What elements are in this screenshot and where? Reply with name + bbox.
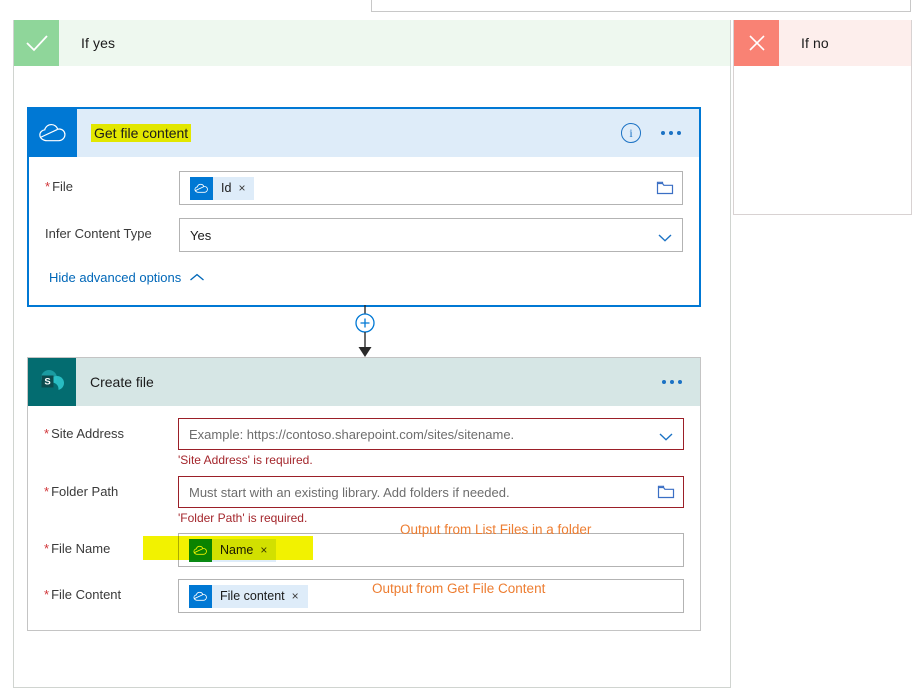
file-name-input[interactable]: Name × [178, 533, 684, 567]
field-label-file-name: * File Name [44, 541, 111, 556]
required-asterisk: * [44, 484, 50, 499]
token-label-name: Name [220, 543, 254, 557]
infer-content-type-dropdown[interactable]: Yes [179, 218, 683, 252]
folder-path-input[interactable]: Must start with an existing library. Add… [178, 476, 684, 508]
field-row-site-address: * Site Address Example: https://contoso.s… [28, 406, 700, 467]
branch-if-yes-label: If yes [81, 35, 116, 51]
card-title-wrap-create-file: Create file [76, 358, 662, 406]
check-icon [14, 20, 59, 66]
field-label-site-address: * Site Address [44, 426, 125, 441]
token-label-file-content: File content [220, 589, 285, 603]
field-row-infer-content-type: Infer Content Type Yes [29, 205, 699, 252]
card-title-create-file: Create file [90, 374, 154, 390]
svg-text:S: S [44, 377, 50, 388]
required-asterisk: * [44, 426, 50, 441]
field-control-file[interactable]: Id × [179, 171, 683, 205]
more-options-icon[interactable] [661, 123, 681, 143]
more-options-icon[interactable] [662, 372, 682, 392]
infer-content-type-value: Yes [190, 227, 212, 243]
card-header-actions-get-file-content: i [621, 109, 699, 157]
annotation-get-file-content-output: Output from Get File Content [372, 581, 546, 596]
arrow-down-icon [358, 347, 372, 357]
field-control-infer-content-type[interactable]: Yes [179, 218, 683, 252]
annotation-list-files-output: Output from List Files in a folder [400, 522, 592, 537]
info-icon[interactable]: i [621, 123, 641, 143]
field-control-file-name[interactable]: Name × [178, 533, 684, 567]
branch-if-no-header: If no [734, 20, 911, 66]
card-body-create-file: * Site Address Example: https://contoso.s… [28, 406, 700, 630]
action-card-get-file-content[interactable]: Get file content i * File Id × Infer Con… [27, 107, 701, 307]
site-address-dropdown[interactable]: Example: https://contoso.sharepoint.com/… [178, 418, 684, 450]
close-icon [734, 20, 779, 66]
required-asterisk: * [44, 587, 50, 602]
folder-picker-icon[interactable] [656, 180, 674, 196]
branch-if-no: If no [733, 20, 912, 215]
required-asterisk: * [44, 541, 50, 556]
field-label-file-content: * File Content [44, 587, 122, 602]
token-remove-icon[interactable]: × [260, 543, 276, 557]
field-control-folder-path[interactable]: Must start with an existing library. Add… [178, 476, 684, 525]
field-row-folder-path: * Folder Path Must start with an existing… [28, 467, 700, 525]
token-id[interactable]: Id × [190, 176, 255, 200]
file-input[interactable]: Id × [179, 171, 683, 205]
field-row-file-name: * File Name Name × [28, 525, 700, 567]
card-title-get-file-content: Get file content [91, 124, 192, 142]
field-label-infer-content-type: Infer Content Type [45, 226, 152, 241]
field-label-folder-path: * Folder Path [44, 484, 119, 499]
connector-add-step[interactable] [349, 305, 381, 361]
action-card-create-file[interactable]: S Create file * Site Address Example: htt… [27, 357, 701, 631]
field-row-file: * File Id × [29, 157, 699, 205]
site-address-placeholder: Example: https://contoso.sharepoint.com/… [189, 426, 515, 442]
token-label-id: Id [221, 181, 232, 195]
branch-if-yes-header: If yes [14, 20, 730, 66]
chevron-down-icon[interactable] [659, 430, 673, 441]
field-label-file: * File [45, 179, 74, 194]
onedrive-cloud-icon [190, 176, 213, 200]
card-header-create-file[interactable]: S Create file [28, 358, 700, 406]
onedrive-cloud-icon [189, 538, 212, 562]
onedrive-cloud-icon [29, 109, 77, 157]
required-asterisk: * [45, 179, 51, 194]
token-file-content[interactable]: File content × [189, 584, 308, 608]
clipped-panel-above [371, 0, 911, 12]
branch-if-no-label: If no [801, 35, 829, 51]
token-remove-icon[interactable]: × [292, 589, 308, 603]
field-control-site-address[interactable]: Example: https://contoso.sharepoint.com/… [178, 418, 684, 467]
site-address-error: 'Site Address' is required. [178, 453, 313, 467]
card-header-actions-create-file [662, 358, 700, 406]
hide-advanced-options-link[interactable]: Hide advanced options [29, 252, 699, 285]
folder-path-placeholder: Must start with an existing library. Add… [189, 484, 510, 500]
chevron-down-icon[interactable] [658, 231, 672, 242]
onedrive-cloud-icon [189, 584, 212, 608]
field-row-file-content: * File Content File content × [28, 567, 700, 613]
card-header-get-file-content[interactable]: Get file content i [29, 109, 699, 157]
chevron-up-icon [189, 270, 205, 285]
token-remove-icon[interactable]: × [238, 181, 254, 195]
token-name[interactable]: Name × [189, 538, 277, 562]
folder-picker-icon[interactable] [657, 484, 675, 500]
sharepoint-icon: S [28, 358, 76, 406]
card-body-get-file-content: * File Id × Infer Content Type Yes Hide … [29, 157, 699, 305]
card-title-wrap-get-file-content: Get file content [77, 109, 621, 157]
hide-advanced-options-label: Hide advanced options [49, 270, 182, 285]
